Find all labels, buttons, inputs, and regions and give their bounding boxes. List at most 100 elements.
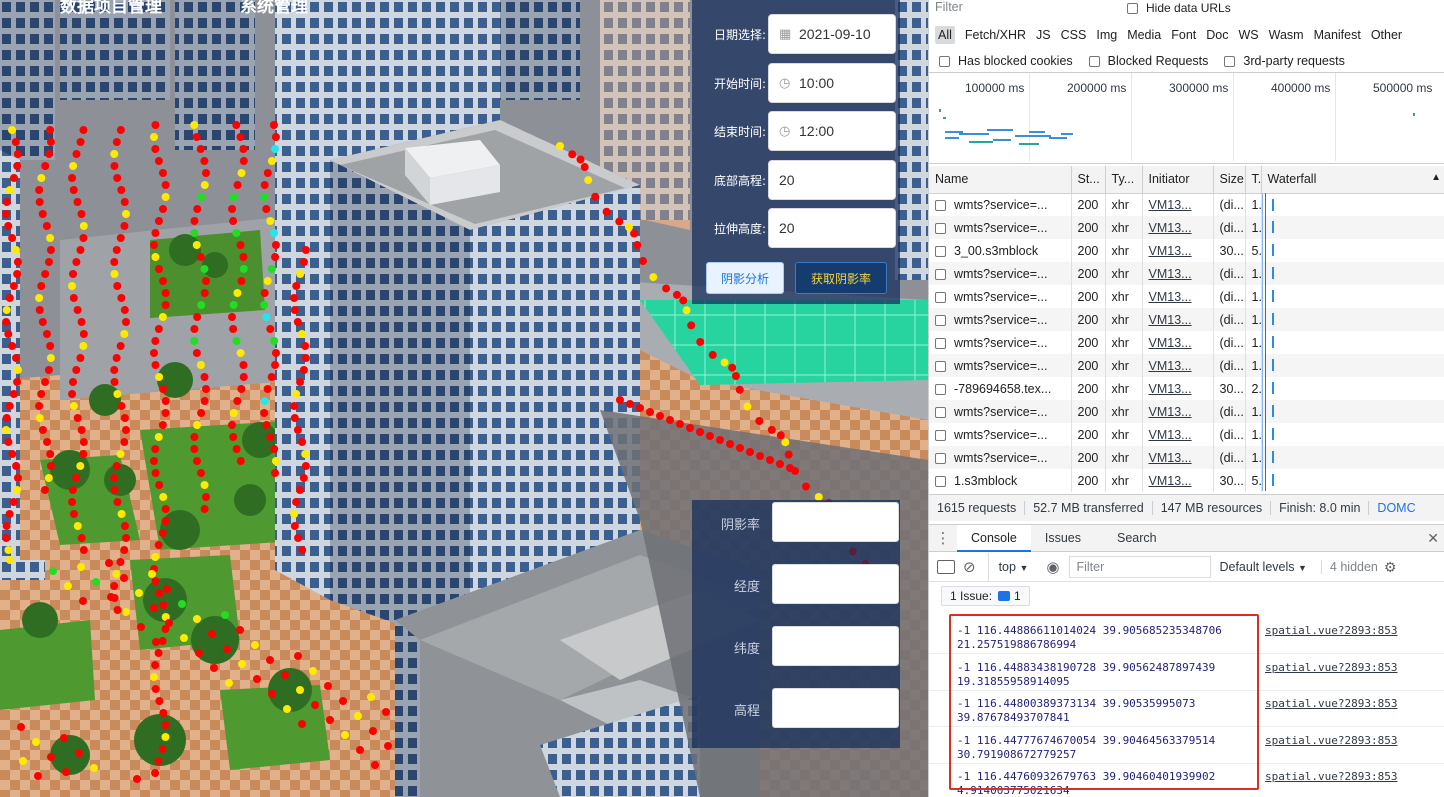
- filter-media[interactable]: Media: [1127, 28, 1161, 42]
- table-row[interactable]: wmts?service=... 200xhrVM13...(di...1...: [929, 193, 1444, 216]
- latitude-field[interactable]: [772, 626, 899, 666]
- request-name: wmts?service=...: [929, 354, 1072, 377]
- filter-fetch-xhr[interactable]: Fetch/XHR: [965, 28, 1026, 42]
- close-drawer-icon[interactable]: ✕: [1427, 530, 1439, 547]
- request-name-text: wmts?service=...: [954, 266, 1048, 281]
- tab-console[interactable]: Console: [957, 524, 1031, 552]
- sample-point: [2, 210, 11, 218]
- sample-point: [262, 205, 271, 213]
- tab-issues[interactable]: Issues: [1031, 525, 1095, 552]
- sample-point: [159, 277, 168, 285]
- table-row[interactable]: wmts?service=... 200xhrVM13...(di...1...: [929, 262, 1444, 285]
- request-initiator[interactable]: VM13...: [1142, 239, 1214, 262]
- tab-search[interactable]: Search: [1103, 525, 1171, 552]
- log-source-link[interactable]: spatial.vue?2893:853: [1265, 697, 1397, 711]
- filter-other[interactable]: Other: [1371, 28, 1402, 42]
- date-picker[interactable]: ▦ 2021-09-10: [768, 14, 896, 54]
- sample-point: [260, 193, 269, 201]
- table-row[interactable]: wmts?service=... 200xhrVM13...(di...1...: [929, 446, 1444, 469]
- table-row[interactable]: -789694658.tex... 200xhrVM13...30...2...: [929, 377, 1444, 400]
- network-overview[interactable]: 100000 ms 200000 ms 300000 ms 400000 ms …: [929, 72, 1444, 164]
- log-source-link[interactable]: spatial.vue?2893:853: [1265, 770, 1397, 784]
- request-initiator[interactable]: VM13...: [1142, 469, 1214, 492]
- console-settings-gear-icon[interactable]: ⚙: [1384, 559, 1397, 576]
- request-initiator[interactable]: VM13...: [1142, 423, 1214, 446]
- table-row[interactable]: wmts?service=... 200xhrVM13...(di...1...: [929, 400, 1444, 423]
- column-header-waterfall[interactable]: Waterfall ▲: [1261, 166, 1444, 194]
- table-row[interactable]: 1.s3mblock 200xhrVM13...30...5...: [929, 469, 1444, 492]
- filter-wasm[interactable]: Wasm: [1269, 28, 1304, 42]
- issues-badge[interactable]: 1 Issue: 1: [941, 586, 1030, 606]
- top-nav-projects[interactable]: 数据项目管理: [60, 0, 162, 17]
- sample-point: [271, 253, 280, 261]
- map-viewport[interactable]: 数据项目管理 系统管理 日期选择: ▦ 2021-09-10 开始时间: ◷ 1…: [0, 0, 928, 797]
- request-type: xhr: [1105, 446, 1143, 469]
- shadow-rate-field[interactable]: [772, 502, 899, 542]
- table-row[interactable]: wmts?service=... 200xhrVM13...(di...1...: [929, 331, 1444, 354]
- filter-manifest[interactable]: Manifest: [1314, 28, 1361, 42]
- log-source-link[interactable]: spatial.vue?2893:853: [1265, 624, 1397, 638]
- longitude-field[interactable]: [772, 564, 899, 604]
- sample-point: [266, 433, 275, 441]
- table-row[interactable]: wmts?service=... 200xhrVM13...(di...1...: [929, 216, 1444, 239]
- table-row[interactable]: wmts?service=... 200xhrVM13...(di...1...: [929, 354, 1444, 377]
- filter-all[interactable]: All: [935, 26, 955, 44]
- column-header-name[interactable]: Name: [929, 166, 1072, 194]
- end-time-picker[interactable]: ◷ 12:00: [768, 111, 896, 151]
- log-levels-dropdown[interactable]: Default levels ▼: [1219, 560, 1306, 574]
- column-header-type[interactable]: Ty...: [1105, 166, 1143, 194]
- hide-data-urls-checkbox[interactable]: [1127, 2, 1138, 14]
- request-initiator[interactable]: VM13...: [1142, 285, 1214, 308]
- blocked-requests-checkbox[interactable]: [1088, 55, 1100, 67]
- filter-css[interactable]: CSS: [1061, 28, 1087, 42]
- request-initiator[interactable]: VM13...: [1142, 331, 1214, 354]
- sample-point: [76, 462, 85, 470]
- column-header-time[interactable]: T.: [1245, 166, 1262, 194]
- request-initiator[interactable]: VM13...: [1142, 400, 1214, 423]
- table-row[interactable]: wmts?service=... 200xhrVM13...(di...1...: [929, 423, 1444, 446]
- request-initiator[interactable]: VM13...: [1142, 193, 1214, 216]
- live-expression-eye-icon[interactable]: ◉: [1046, 558, 1059, 576]
- sidebar-toggle-icon[interactable]: [937, 560, 955, 574]
- filter-img[interactable]: Img: [1096, 28, 1117, 42]
- context-selector[interactable]: top ▼: [999, 560, 1029, 574]
- column-header-initiator[interactable]: Initiator: [1142, 166, 1214, 194]
- sample-point: [580, 163, 589, 172]
- sample-point: [2, 534, 11, 542]
- request-initiator[interactable]: VM13...: [1142, 262, 1214, 285]
- clear-console-icon[interactable]: ⊘: [963, 558, 976, 576]
- sample-point: [2, 306, 11, 314]
- request-initiator[interactable]: VM13...: [1142, 446, 1214, 469]
- log-source-link[interactable]: spatial.vue?2893:853: [1265, 734, 1397, 748]
- table-row[interactable]: wmts?service=... 200xhrVM13...(di...1...: [929, 308, 1444, 331]
- base-elevation-input[interactable]: 20: [768, 160, 896, 200]
- request-type: xhr: [1105, 285, 1143, 308]
- drawer-menu-icon[interactable]: ⋮: [929, 529, 957, 547]
- request-initiator[interactable]: VM13...: [1142, 377, 1214, 400]
- shadow-analysis-button[interactable]: 阴影分析: [706, 262, 784, 294]
- filter-font[interactable]: Font: [1171, 28, 1196, 42]
- start-time-picker[interactable]: ◷ 10:00: [768, 63, 896, 103]
- get-shadow-rate-button[interactable]: 获取阴影率: [795, 262, 887, 294]
- extrude-height-input[interactable]: 20: [768, 208, 896, 248]
- filter-js[interactable]: JS: [1036, 28, 1051, 42]
- sample-point: [239, 361, 248, 369]
- column-header-size[interactable]: Size: [1213, 166, 1246, 194]
- table-row[interactable]: 3_00.s3mblock 200xhrVM13...30...5...: [929, 239, 1444, 262]
- third-party-checkbox[interactable]: [1224, 55, 1236, 67]
- filter-ws[interactable]: WS: [1238, 28, 1258, 42]
- elevation-field[interactable]: [772, 688, 899, 728]
- request-initiator[interactable]: VM13...: [1142, 354, 1214, 377]
- blocked-cookies-checkbox[interactable]: [939, 55, 950, 67]
- network-filter-input[interactable]: Filter: [935, 0, 1115, 16]
- log-source-link[interactable]: spatial.vue?2893:853: [1265, 661, 1397, 675]
- console-filter-input[interactable]: Filter: [1069, 556, 1212, 578]
- request-initiator[interactable]: VM13...: [1142, 308, 1214, 331]
- request-initiator[interactable]: VM13...: [1142, 216, 1214, 239]
- sample-point: [271, 349, 280, 357]
- table-row[interactable]: wmts?service=... 200xhrVM13...(di...1...: [929, 285, 1444, 308]
- sample-point: [154, 541, 163, 549]
- top-nav-system[interactable]: 系统管理: [240, 0, 308, 17]
- column-header-status[interactable]: St...: [1071, 166, 1106, 194]
- filter-doc[interactable]: Doc: [1206, 28, 1228, 42]
